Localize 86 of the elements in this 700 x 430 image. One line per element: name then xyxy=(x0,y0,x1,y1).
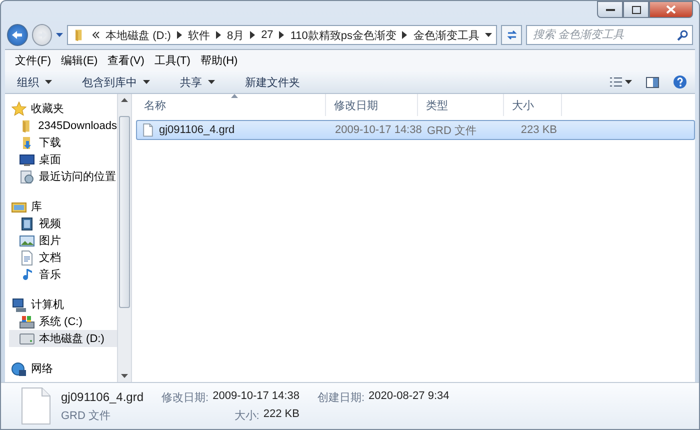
file-name: gj091106_4.grd xyxy=(61,390,144,404)
sidebar-group[interactable]: 库 xyxy=(9,198,117,215)
drive-icon xyxy=(19,330,35,346)
sidebar-item[interactable]: 下载 xyxy=(9,134,117,151)
file-name: gj091106_4.grd xyxy=(159,124,235,136)
field-value: 2009-10-17 14:38 xyxy=(212,390,300,404)
refresh-button[interactable] xyxy=(501,25,522,45)
toolbar-button[interactable]: 共享 xyxy=(176,72,219,92)
menu-item[interactable]: 编辑(E) xyxy=(57,51,102,70)
sidebar-item[interactable]: 文档 xyxy=(9,249,117,266)
toolbar-button[interactable]: 包含到库中 xyxy=(78,72,154,92)
table-cell-text: GRD 文件 xyxy=(426,124,478,138)
sidebar-item[interactable]: 图片 xyxy=(9,232,117,249)
chevron-icon xyxy=(279,31,284,39)
minimize-icon xyxy=(606,8,614,12)
sidebar-item[interactable]: 本地磁盘 (D:) xyxy=(9,330,117,347)
field-value: 2020-08-27 9:34 xyxy=(368,390,450,404)
column-header[interactable]: 大小 xyxy=(504,94,562,116)
breadcrumb-item[interactable]: 本地磁盘 (D:) xyxy=(106,28,171,42)
column-header[interactable]: 名称 xyxy=(136,94,326,116)
file-type: GRD 文件 xyxy=(61,408,112,422)
menu-item[interactable]: 查看(V) xyxy=(104,51,148,70)
field-label: 大小: xyxy=(234,408,260,422)
file-icon xyxy=(141,123,155,137)
breadcrumb-item[interactable]: 27 xyxy=(261,29,274,41)
network-icon xyxy=(11,360,27,376)
document-icon xyxy=(19,250,35,266)
view-list-icon[interactable] xyxy=(610,77,632,87)
computer-icon xyxy=(11,296,27,312)
back-button[interactable] xyxy=(7,24,28,46)
star-icon xyxy=(11,100,27,116)
toolbar-button[interactable]: 新建文件夹 xyxy=(241,72,304,92)
sidebar-item[interactable]: 视频 xyxy=(9,215,117,232)
sidebar-item[interactable]: 系统 (C:) xyxy=(9,313,117,330)
menu-item[interactable]: 文件(F) xyxy=(11,51,56,70)
sidebar-item[interactable]: 桌面 xyxy=(9,151,117,168)
chevron-icon xyxy=(402,31,408,39)
search-box[interactable]: 搜索 金色渐变工具 xyxy=(526,25,693,45)
refresh-icon xyxy=(506,29,518,41)
breadcrumb-item[interactable]: 金色渐变工具 xyxy=(413,28,480,42)
video-icon xyxy=(19,216,35,232)
sidebar-item[interactable]: 音乐 xyxy=(9,266,117,283)
breadcrumb-item[interactable]: 8月 xyxy=(226,28,244,42)
maximize-icon xyxy=(632,6,640,14)
sidebar-group[interactable]: 收藏夹 xyxy=(9,100,117,117)
field-label: 创建日期: xyxy=(317,390,365,404)
minimize-button[interactable] xyxy=(597,1,623,18)
table-cell-text: 2009-10-17 14:38 xyxy=(334,124,419,136)
field-label: 修改日期: xyxy=(162,390,209,404)
sidebar-item[interactable]: 最近访问的位置 xyxy=(9,168,117,185)
close-button[interactable] xyxy=(649,1,693,18)
help-icon[interactable] xyxy=(673,75,687,89)
field-value: 222 KB xyxy=(263,408,300,422)
file-icon xyxy=(21,387,51,425)
address-bar[interactable]: 本地磁盘 (D:) 软件 8月 27 110款精致ps金色渐变 金色渐变工具 xyxy=(66,25,498,45)
double-chevron-icon xyxy=(92,31,100,39)
file-row[interactable]: gj091106_4.grd 2009-10-17 14:38 GRD 文件 223 KB xyxy=(136,120,695,140)
chevron-icon xyxy=(176,31,182,39)
close-icon xyxy=(666,5,676,14)
breadcrumb-item[interactable]: 软件 xyxy=(188,28,210,42)
column-header[interactable]: 类型 xyxy=(418,94,504,116)
sidebar-group[interactable]: 网络 xyxy=(9,360,117,377)
right-arrow-icon xyxy=(36,30,48,40)
column-header[interactable]: 修改日期 xyxy=(326,94,418,116)
picture-icon xyxy=(19,232,35,248)
maximize-button[interactable] xyxy=(623,1,649,18)
dropdown-icon[interactable] xyxy=(485,33,492,37)
chevron-icon xyxy=(216,31,221,39)
menu-item[interactable]: 工具(T) xyxy=(150,51,194,70)
dropdown-icon[interactable] xyxy=(56,33,63,37)
left-arrow-icon xyxy=(11,30,24,40)
menu-item[interactable]: 帮助(H) xyxy=(196,51,242,70)
recent-icon xyxy=(19,168,35,184)
sidebar-group[interactable]: 计算机 xyxy=(9,296,117,313)
scroll-up-icon xyxy=(121,98,128,102)
desktop-icon xyxy=(19,152,35,168)
breadcrumb-item[interactable]: 110款精致ps金色渐变 xyxy=(290,28,396,42)
sidebar-item[interactable]: 2345Downloads xyxy=(9,117,117,134)
scroll-down-icon xyxy=(121,374,128,378)
search-icon xyxy=(677,30,688,40)
chevron-icon xyxy=(250,31,256,39)
system-drive-icon xyxy=(19,314,35,330)
preview-pane-icon[interactable] xyxy=(646,76,659,88)
scrollbar[interactable] xyxy=(117,94,131,382)
table-cell-text: 223 KB xyxy=(520,124,558,136)
toolbar-button[interactable]: 组织 xyxy=(13,72,56,92)
